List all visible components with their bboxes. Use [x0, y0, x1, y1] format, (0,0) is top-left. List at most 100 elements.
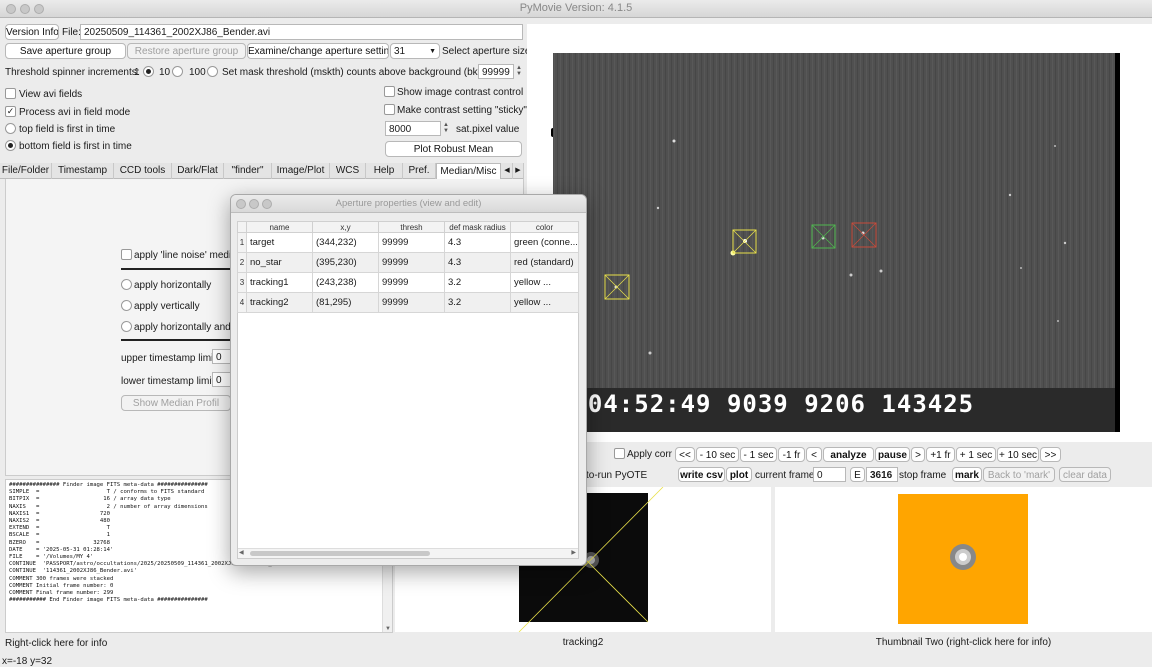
file-name-field[interactable]: 20250509_114361_2002XJ86_Bender.avi — [80, 24, 523, 40]
save-aperture-group-button[interactable]: Save aperture group — [5, 43, 126, 59]
tab-ccd-tools[interactable]: CCD tools — [114, 163, 172, 179]
aperture-radius-cell[interactable]: 3.2 — [444, 272, 511, 293]
step-back-button[interactable]: < — [806, 447, 822, 462]
sat-pixel-spinner[interactable]: ▲ ▼ — [441, 122, 451, 134]
go-start-button[interactable]: << — [675, 447, 695, 462]
e-button[interactable]: E — [850, 467, 865, 482]
apply-both-radio[interactable] — [121, 321, 132, 332]
increment-10-label: 10 — [159, 67, 171, 78]
forward-10-sec-button[interactable]: + 10 sec — [997, 447, 1039, 462]
contrast-sticky-checkbox[interactable] — [384, 104, 395, 115]
table-row[interactable]: 3 tracking1 (243,238) 99999 3.2 yellow .… — [237, 272, 579, 293]
go-end-button[interactable]: >> — [1040, 447, 1061, 462]
aperture-size-select[interactable]: 31 ▼ — [390, 43, 440, 59]
clear-data-button[interactable]: clear data — [1059, 467, 1111, 482]
show-contrast-checkbox[interactable] — [384, 86, 395, 97]
back-to-mark-button[interactable]: Back to 'mark' — [983, 467, 1055, 482]
process-field-mode-checkbox[interactable]: ✓ — [5, 106, 16, 117]
restore-aperture-group-button[interactable]: Restore aperture group — [127, 43, 246, 59]
mask-threshold-spinner[interactable]: ▲ ▼ — [514, 65, 524, 77]
upper-timestamp-input[interactable]: 0 — [212, 349, 232, 364]
apply-vertically-radio[interactable] — [121, 300, 132, 311]
scrollbar-thumb[interactable] — [250, 551, 430, 556]
apply-horizontally-radio[interactable] — [121, 279, 132, 290]
tab-timestamp[interactable]: Timestamp — [52, 163, 114, 179]
tab-dark-flat[interactable]: Dark/Flat — [172, 163, 224, 179]
aperture-xy-cell[interactable]: (81,295) — [312, 292, 379, 313]
back-1-sec-button[interactable]: - 1 sec — [740, 447, 777, 462]
bottom-field-first-radio[interactable] — [5, 140, 16, 151]
pause-button[interactable]: pause — [875, 447, 910, 462]
plot-robust-mean-button[interactable]: Plot Robust Mean — [385, 141, 522, 157]
column-header-radius[interactable]: def mask radius — [444, 221, 511, 233]
current-frame-input[interactable]: 0 — [813, 467, 846, 482]
aperture-thresh-cell[interactable]: 99999 — [378, 252, 445, 273]
analyze-button[interactable]: analyze — [823, 447, 874, 462]
aperture-color-cell[interactable]: yellow ... — [510, 292, 579, 313]
run-pyote-label[interactable]: to-run PyOTE — [586, 469, 647, 482]
sat-pixel-input[interactable]: 8000 — [385, 121, 441, 136]
examine-apertures-button[interactable]: Examine/change aperture settings — [247, 43, 389, 59]
aperture-name-cell[interactable]: tracking2 — [246, 292, 313, 313]
chevron-down-icon: ▼ — [429, 48, 436, 55]
aperture-thresh-cell[interactable]: 99999 — [378, 232, 445, 253]
view-avi-fields-checkbox[interactable] — [5, 88, 16, 99]
write-csv-button[interactable]: write csv — [678, 467, 725, 482]
show-median-profile-button[interactable]: Show Median Profil — [121, 395, 231, 411]
tab-median-misc[interactable]: Median/Misc — [436, 163, 501, 179]
apply-corr-checkbox[interactable] — [614, 448, 625, 459]
column-header-name[interactable]: name — [246, 221, 313, 233]
aperture-name-cell[interactable]: target — [246, 232, 313, 253]
thumbnail-two-label[interactable]: Thumbnail Two (right-click here for info… — [775, 637, 1152, 648]
table-row[interactable]: 4 tracking2 (81,295) 99999 3.2 yellow ..… — [237, 292, 579, 313]
tab-scroll-left-button[interactable]: ◀ — [502, 163, 513, 179]
mask-threshold-input[interactable]: 99999 — [478, 64, 514, 79]
increment-1-radio[interactable] — [143, 66, 154, 77]
aperture-radius-cell[interactable]: 4.3 — [444, 232, 511, 253]
column-header-thresh[interactable]: thresh — [378, 221, 445, 233]
thumbnail-two-pane[interactable] — [775, 487, 1152, 632]
aperture-name-cell[interactable]: tracking1 — [246, 272, 313, 293]
forward-1-sec-button[interactable]: + 1 sec — [956, 447, 996, 462]
aperture-xy-cell[interactable]: (395,230) — [312, 252, 379, 273]
tab-image-plot[interactable]: Image/Plot — [272, 163, 330, 179]
column-header-color[interactable]: color — [510, 221, 579, 233]
lower-timestamp-input[interactable]: 0 — [212, 372, 232, 387]
scroll-down-icon: ▼ — [385, 626, 391, 632]
tab-finder[interactable]: "finder" — [224, 163, 272, 179]
aperture-color-cell[interactable]: red (standard) — [510, 252, 579, 273]
aperture-xy-cell[interactable]: (344,232) — [312, 232, 379, 253]
top-field-first-radio[interactable] — [5, 123, 16, 134]
aperture-radius-cell[interactable]: 3.2 — [444, 292, 511, 313]
line-noise-checkbox[interactable] — [121, 249, 132, 260]
aperture-thresh-cell[interactable]: 99999 — [378, 272, 445, 293]
tab-scroll-right-button[interactable]: ▶ — [513, 163, 524, 179]
forward-1-frame-button[interactable]: +1 fr — [926, 447, 955, 462]
table-horizontal-scrollbar[interactable]: ◀ ▶ — [238, 548, 578, 558]
column-header-xy[interactable]: x,y — [312, 221, 379, 233]
plot-button[interactable]: plot — [726, 467, 752, 482]
tab-file-folder[interactable]: File/Folder — [0, 163, 52, 179]
aperture-color-cell[interactable]: green (conne... — [510, 232, 579, 253]
back-1-frame-button[interactable]: -1 fr — [778, 447, 805, 462]
video-frame[interactable]: 0 04:52:49 9039 9206 143425 — [553, 53, 1120, 432]
version-info-button[interactable]: Version Info — [5, 24, 59, 40]
table-row[interactable]: 1 target (344,232) 99999 4.3 green (conn… — [237, 232, 579, 253]
tab-wcs[interactable]: WCS — [330, 163, 366, 179]
stop-frame-input[interactable]: 3616 — [866, 467, 898, 482]
aperture-thresh-cell[interactable]: 99999 — [378, 292, 445, 313]
tab-pref[interactable]: Pref. — [403, 163, 436, 179]
right-click-info-label[interactable]: Right-click here for info — [5, 637, 107, 650]
back-10-sec-button[interactable]: - 10 sec — [696, 447, 739, 462]
aperture-xy-cell[interactable]: (243,238) — [312, 272, 379, 293]
tab-help[interactable]: Help — [366, 163, 403, 179]
increment-100-radio[interactable] — [207, 66, 218, 77]
increment-10-radio[interactable] — [172, 66, 183, 77]
table-row[interactable]: 2 no_star (395,230) 99999 4.3 red (stand… — [237, 252, 579, 273]
mark-button[interactable]: mark — [952, 467, 982, 482]
aperture-radius-cell[interactable]: 4.3 — [444, 252, 511, 273]
aperture-name-cell[interactable]: no_star — [246, 252, 313, 273]
upper-timestamp-label: upper timestamp limit — [121, 353, 217, 364]
step-forward-button[interactable]: > — [911, 447, 925, 462]
aperture-color-cell[interactable]: yellow ... — [510, 272, 579, 293]
